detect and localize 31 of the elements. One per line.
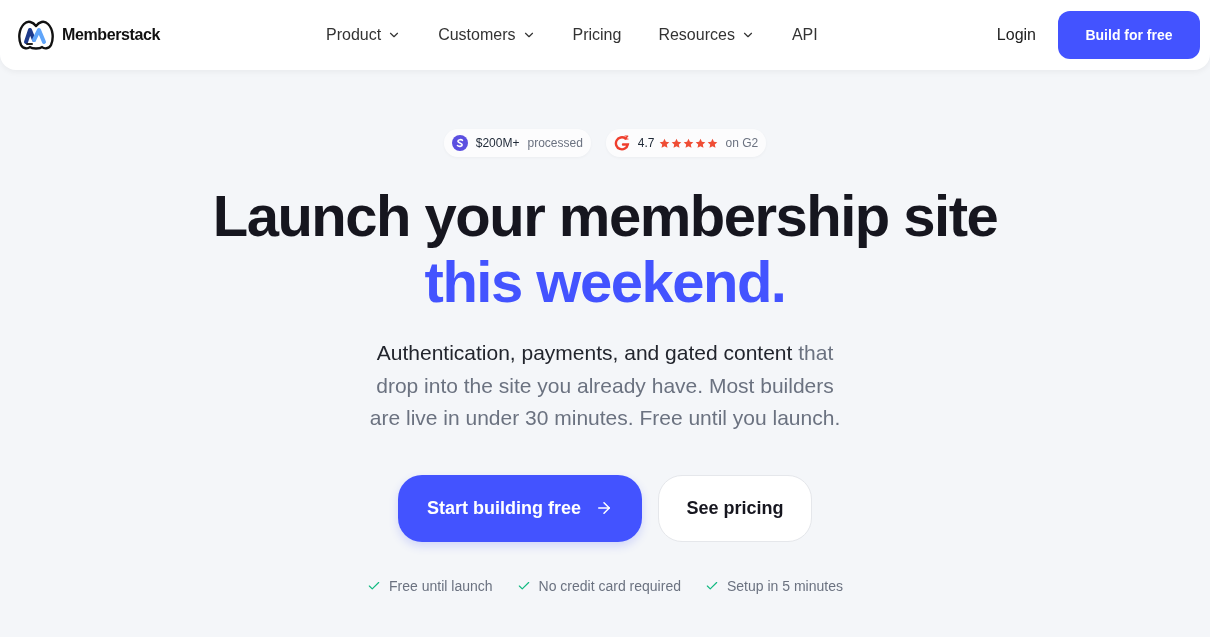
processed-amount: $200M+ xyxy=(475,135,520,152)
nav-link[interactable]: API xyxy=(791,23,818,47)
logo-icon xyxy=(18,20,54,50)
badge-caption: processed xyxy=(527,135,583,152)
coin-icon xyxy=(451,135,468,151)
nav-link[interactable]: Customers xyxy=(438,23,536,47)
brand-name[interactable]: Memberstack xyxy=(62,23,160,47)
badge-caption: on G2 xyxy=(725,135,759,152)
hero-subtitle: Authentication, payments, and gated content that drop into the site you already have. Most builders are live in under 30 minutes. Free until you launch. xyxy=(369,340,841,431)
star-icon xyxy=(706,137,718,149)
assurance-text: No credit card required xyxy=(538,576,681,596)
start-building-free-button[interactable]: Start building free xyxy=(398,474,642,542)
star-icon xyxy=(670,137,682,149)
assurance-text: Setup in 5 minutes xyxy=(726,576,843,596)
star-icon xyxy=(658,137,670,149)
see-pricing-button[interactable]: See pricing xyxy=(658,474,812,542)
hero-heading: Launch your membership site this weekend. xyxy=(212,183,998,315)
assurance-text: Free until launch xyxy=(389,576,493,596)
check-icon xyxy=(516,579,531,593)
nav-link[interactable]: Pricing xyxy=(572,23,622,47)
star-icon xyxy=(694,137,706,149)
rating-logo-icon xyxy=(613,135,630,151)
login-link[interactable]: Login xyxy=(996,23,1036,47)
nav-link[interactable]: Product xyxy=(326,23,402,47)
nav-link[interactable]: Resources xyxy=(658,23,755,47)
build-for-free-button[interactable]: Build for free xyxy=(1058,11,1200,59)
rating-score: 4.7 xyxy=(637,135,655,152)
check-icon xyxy=(704,579,719,593)
check-icon xyxy=(367,579,382,593)
star-icon xyxy=(682,137,694,149)
arrow-right-icon xyxy=(595,499,613,517)
